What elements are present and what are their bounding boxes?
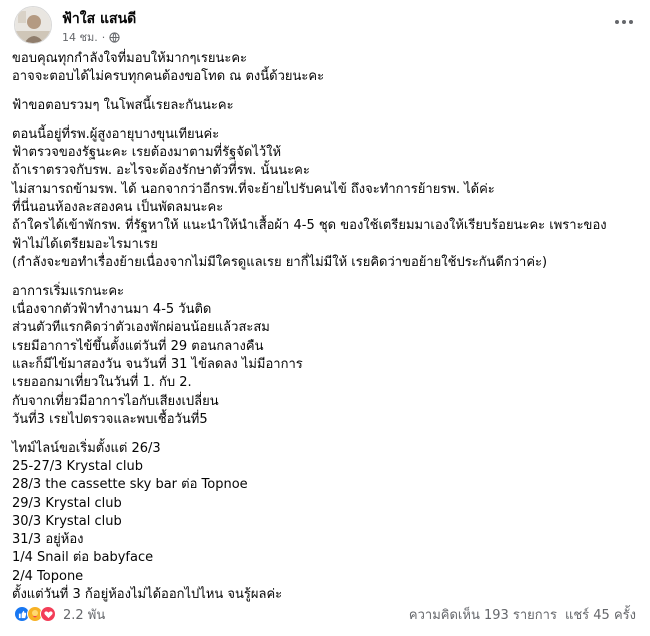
post-header: ฟ้าใส แสนดี 14 ชม. · — [14, 6, 636, 46]
post-text-line: 31/3 อยู่ห้อง — [12, 532, 84, 548]
post-meta: 14 ชม. · — [62, 28, 120, 46]
meta-separator: · — [101, 30, 106, 44]
post-paragraph: อาการเริ่มแรกนะคะเนื่องจากตัวฟ้าทำงานมา … — [12, 283, 638, 429]
facebook-post: ฟ้าใส แสนดี 14 ชม. · ขอบคุณทุกกำลังใจที่… — [0, 0, 650, 636]
post-text-line: เรยออกมาเที่ยวในวันที่ 1. กับ 2. — [12, 375, 192, 391]
post-paragraph: ตอนนี้อยู่ที่รพ.ผู้สูงอายุบางขุนเทียนค่ะ… — [12, 126, 638, 272]
post-text-line: ไม่สามารถข้ามรพ. ได้ นอกจากว่าอีกรพ.ที่จ… — [12, 181, 495, 197]
love-reaction-icon — [40, 606, 56, 622]
post-text-line: ฟ้าขอตอบรวมๆ ในโพสนี้เรยละกันนะคะ — [12, 98, 234, 114]
post-paragraph: ฟ้าขอตอบรวมๆ ในโพสนี้เรยละกันนะคะ — [12, 97, 638, 115]
post-text-line: เนื่องจากตัวฟ้าทำงานมา 4-5 วันติด — [12, 302, 212, 318]
post-text-line: ฟ้าไม่ได้เตรียมอะไรมาเรย — [12, 236, 158, 252]
reactions-summary[interactable]: 2.2 พัน — [14, 604, 105, 625]
avatar[interactable] — [14, 6, 52, 44]
post-text-line: ถ้าเราตรวจกับรพ. อะไรจะต้องรักษาตัวที่รพ… — [12, 163, 310, 179]
post-text-line: ตอนนี้อยู่ที่รพ.ผู้สูงอายุบางขุนเทียนค่ะ — [12, 126, 220, 142]
post-stats: ความคิดเห็น 193 รายการ แชร์ 45 ครั้ง — [409, 604, 636, 625]
post-text-line: 25-27/3 Krystal club — [12, 458, 143, 474]
post-text-line: เรยมีอาการไข้ขึ้นตั้งแต่วันที่ 29 ตอนกลา… — [12, 338, 264, 354]
post-text-line: อาการเริ่มแรกนะคะ — [12, 283, 125, 299]
post-text-line: 29/3 Krystal club — [12, 495, 122, 511]
post-text-line: 30/3 Krystal club — [12, 513, 122, 529]
post-time[interactable]: 14 ชม. — [62, 28, 98, 46]
post-text-line: กับจากเที่ยวมีอาการไอกับเสียงเปลี่ยน — [12, 393, 219, 409]
post-text-line: อาจจะตอบได้ไม่ครบทุกคนต้องขอโทด ณ ตงนี้ด… — [12, 69, 325, 85]
post-text-line: 2/4 Topone — [12, 568, 84, 584]
post-text-line: ถ้าใครได้เข้าพักรพ. ที่รัฐหาให้ แนะนำให้… — [12, 218, 607, 234]
post-footer: 2.2 พัน ความคิดเห็น 193 รายการ แชร์ 45 ค… — [14, 600, 636, 628]
post-text-line: และก็มีไข้มาสองวัน จนวันที่ 31 ไข้ลดลง ไ… — [12, 356, 303, 372]
post-paragraph: ไทม์ไลน์ขอเริ่มตั้งแต่ 26/3 25-27/3 Kryst… — [12, 440, 638, 605]
post-text-line: 28/3 the cassette sky bar ต่อ Topnoe — [12, 477, 248, 493]
author-name[interactable]: ฟ้าใส แสนดี — [62, 8, 136, 30]
post-text-line: ฟ้าตรวจของรัฐนะคะ เรยต้องมาตามที่รัฐจัดไ… — [12, 145, 282, 161]
post-text-line: ไทม์ไลน์ขอเริ่มตั้งแต่ 26/3 — [12, 440, 161, 456]
globe-icon — [109, 31, 120, 43]
post-text-line: ที่นี่นอนห้องละสองคน เป็นพัดลมนะคะ — [12, 200, 224, 216]
more-options-icon[interactable] — [612, 12, 636, 32]
post-text-line: 1/4 Snail ต่อ babyface — [12, 550, 154, 566]
comments-count[interactable]: ความคิดเห็น 193 รายการ — [409, 604, 557, 625]
post-paragraph: ขอบคุณทุกกำลังใจที่มอบให้มากๆเรยนะคะอาจจ… — [12, 50, 638, 87]
post-text-line: (กำลังจะขอทำเรื่องย้ายเนื่องจากไม่มีใครด… — [12, 254, 548, 270]
shares-count[interactable]: แชร์ 45 ครั้ง — [565, 604, 636, 625]
post-body: ขอบคุณทุกกำลังใจที่มอบให้มากๆเรยนะคะอาจจ… — [12, 50, 638, 615]
post-text-line: ขอบคุณทุกกำลังใจที่มอบให้มากๆเรยนะคะ — [12, 51, 248, 66]
reaction-count[interactable]: 2.2 พัน — [63, 604, 105, 625]
post-text-line: วันที่3 เรยไปตรวจและพบเชื้อวันที่5 — [12, 411, 208, 427]
post-text-line: ส่วนตัวทีแรกคิดว่าตัวเองพักผ่อนน้อยแล้วส… — [12, 320, 270, 336]
